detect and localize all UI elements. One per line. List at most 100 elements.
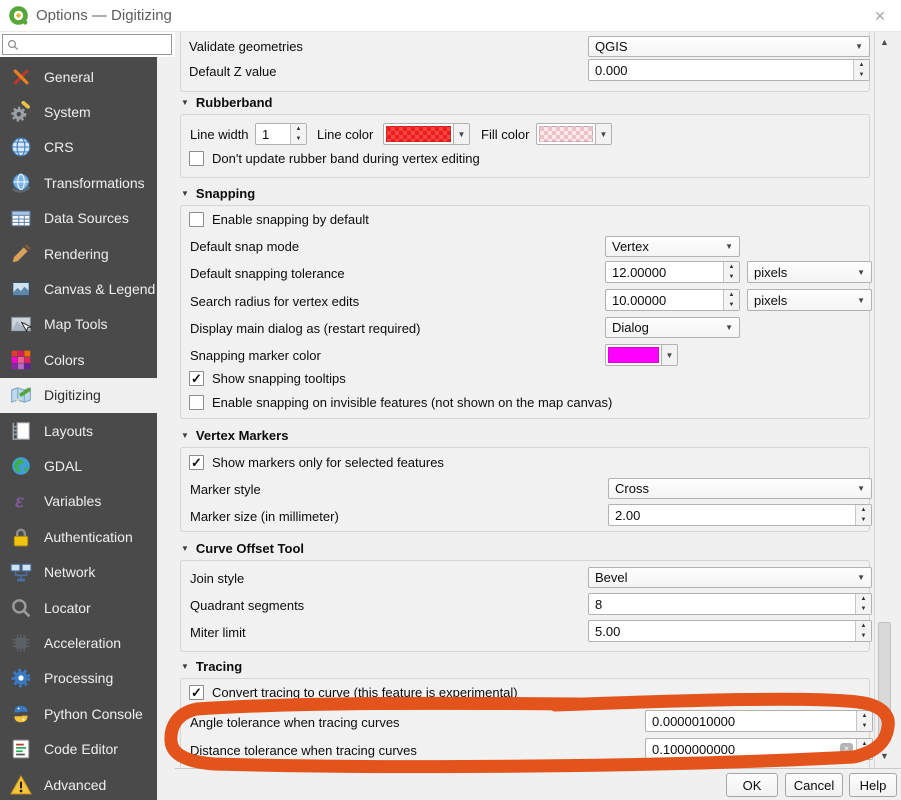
sidebar-item-advanced[interactable]: Advanced <box>0 767 157 800</box>
display-dialog-as-select[interactable]: Dialog ▼ <box>605 317 740 338</box>
fill-color-button[interactable]: ▼ <box>536 123 612 145</box>
spinner-buttons[interactable]: ▲▼ <box>856 739 872 759</box>
section-title: Rubberband <box>196 95 273 110</box>
spinner-up-icon[interactable]: ▲ <box>856 505 871 515</box>
spinner-buttons[interactable]: ▲▼ <box>855 594 871 614</box>
spinner-up-icon[interactable]: ▲ <box>857 739 872 749</box>
sidebar-item-canvas-legend[interactable]: Canvas & Legend <box>0 271 157 306</box>
sidebar-item-locator[interactable]: Locator <box>0 590 157 625</box>
show-markers-selected-checkbox[interactable]: ✓ <box>189 455 204 470</box>
spinner-down-icon[interactable]: ▼ <box>856 631 871 641</box>
spinner-up-icon[interactable]: ▲ <box>724 290 739 300</box>
default-snap-mode-select[interactable]: Vertex ▼ <box>605 236 740 257</box>
sidebar-item-general[interactable]: General <box>0 59 157 94</box>
sidebar-item-authentication[interactable]: Authentication <box>0 519 157 554</box>
show-snapping-tooltips-checkbox[interactable]: ✓ <box>189 371 204 386</box>
spinner-down-icon[interactable]: ▼ <box>854 70 869 80</box>
sidebar-item-layouts[interactable]: Layouts <box>0 413 157 448</box>
spinner-down-icon[interactable]: ▼ <box>291 134 306 144</box>
sidebar-item-data-sources[interactable]: Data Sources <box>0 201 157 236</box>
enable-snapping-label: Enable snapping by default <box>212 212 369 228</box>
search-radius-spinbox[interactable]: 10.00000 ▲▼ <box>605 289 740 311</box>
spinner-down-icon[interactable]: ▼ <box>856 604 871 614</box>
sidebar-scrollbar[interactable] <box>157 57 175 800</box>
spinner-down-icon[interactable]: ▼ <box>856 515 871 525</box>
spinner-up-icon[interactable]: ▲ <box>857 711 872 721</box>
snapping-tolerance-unit-select[interactable]: pixels ▼ <box>747 261 872 283</box>
search-box[interactable] <box>2 34 172 55</box>
spinner-buttons[interactable]: ▲▼ <box>855 505 871 525</box>
dropdown-arrow-icon[interactable]: ▼ <box>661 345 677 365</box>
content-scrollbar[interactable]: ▲ ▼ <box>874 32 894 768</box>
sidebar-item-acceleration[interactable]: Acceleration <box>0 625 157 660</box>
sidebar-item-network[interactable]: Network <box>0 554 157 589</box>
miter-limit-label: Miter limit <box>190 622 246 643</box>
spinner-up-icon[interactable]: ▲ <box>724 262 739 272</box>
snapping-invisible-features-checkbox[interactable] <box>189 395 204 410</box>
curve-offset-section-header[interactable]: ▼ Curve Offset Tool <box>181 541 304 556</box>
spinner-down-icon[interactable]: ▼ <box>724 300 739 310</box>
cancel-button[interactable]: Cancel <box>785 773 843 797</box>
close-icon[interactable]: ✕ <box>867 5 893 27</box>
angle-tolerance-spinbox[interactable]: 0.0000010000 ▲▼ <box>645 710 873 732</box>
sidebar-item-rendering[interactable]: Rendering <box>0 236 157 271</box>
ok-button[interactable]: OK <box>726 773 778 797</box>
search-input[interactable] <box>19 38 171 52</box>
sidebar-item-digitizing[interactable]: Digitizing <box>0 378 157 413</box>
spinner-buttons[interactable]: ▲▼ <box>855 621 871 641</box>
sidebar-item-variables[interactable]: ε Variables <box>0 484 157 519</box>
default-z-spinbox[interactable]: 0.000 ▲▼ <box>588 59 870 81</box>
sidebar-item-system[interactable]: System <box>0 94 157 129</box>
rubberband-section-header[interactable]: ▼ Rubberband <box>181 95 272 110</box>
search-radius-unit-select[interactable]: pixels ▼ <box>747 289 872 311</box>
dropdown-arrow-icon[interactable]: ▼ <box>453 124 469 144</box>
sidebar-item-crs[interactable]: CRS <box>0 130 157 165</box>
collapse-icon: ▼ <box>181 662 189 671</box>
scroll-down-icon[interactable]: ▼ <box>875 748 894 764</box>
help-button[interactable]: Help <box>849 773 897 797</box>
gdal-earth-icon <box>10 455 32 477</box>
quadrant-segments-spinbox[interactable]: 8 ▲▼ <box>588 593 872 615</box>
spinner-buttons[interactable]: ▲▼ <box>290 124 306 144</box>
dont-update-rubberband-checkbox[interactable] <box>189 151 204 166</box>
miter-limit-spinbox[interactable]: 5.00 ▲▼ <box>588 620 872 642</box>
clear-field-icon[interactable]: ✕ <box>840 743 853 756</box>
spinner-buttons[interactable]: ▲▼ <box>853 60 869 80</box>
dropdown-arrow-icon: ▼ <box>725 323 739 332</box>
distance-tolerance-spinbox[interactable]: 0.1000000000 ✕ ▲▼ <box>645 738 873 760</box>
marker-style-select[interactable]: Cross ▼ <box>608 478 872 499</box>
tracing-section-header[interactable]: ▼ Tracing <box>181 659 242 674</box>
spinner-up-icon[interactable]: ▲ <box>856 621 871 631</box>
line-width-spinbox[interactable]: 1 ▲▼ <box>255 123 307 145</box>
sidebar-item-colors[interactable]: Colors <box>0 342 157 377</box>
scroll-thumb[interactable] <box>878 622 891 742</box>
marker-size-spinbox[interactable]: 2.00 ▲▼ <box>608 504 872 526</box>
dropdown-arrow-icon[interactable]: ▼ <box>595 124 611 144</box>
sidebar-item-python-console[interactable]: Python Console <box>0 696 157 731</box>
line-color-button[interactable]: ▼ <box>383 123 470 145</box>
convert-tracing-checkbox[interactable]: ✓ <box>189 685 204 700</box>
vertex-markers-section-header[interactable]: ▼ Vertex Markers <box>181 428 288 443</box>
snapping-marker-color-button[interactable]: ▼ <box>605 344 678 366</box>
spinner-down-icon[interactable]: ▼ <box>857 721 872 731</box>
snapping-section-header[interactable]: ▼ Snapping <box>181 186 255 201</box>
join-style-select[interactable]: Bevel ▼ <box>588 567 872 588</box>
validate-geometries-select[interactable]: QGIS ▼ <box>588 36 870 57</box>
spinner-up-icon[interactable]: ▲ <box>854 60 869 70</box>
scroll-up-icon[interactable]: ▲ <box>875 34 894 50</box>
sidebar-item-map-tools[interactable]: Map Tools <box>0 307 157 342</box>
sidebar-item-code-editor[interactable]: Code Editor <box>0 731 157 766</box>
sidebar-item-processing[interactable]: Processing <box>0 661 157 696</box>
enable-snapping-checkbox[interactable] <box>189 212 204 227</box>
spinner-buttons[interactable]: ▲▼ <box>723 262 739 282</box>
snapping-tolerance-spinbox[interactable]: 12.00000 ▲▼ <box>605 261 740 283</box>
spinner-down-icon[interactable]: ▼ <box>724 272 739 282</box>
spinner-up-icon[interactable]: ▲ <box>291 124 306 134</box>
sidebar-item-gdal[interactable]: GDAL <box>0 448 157 483</box>
spinner-up-icon[interactable]: ▲ <box>856 594 871 604</box>
title-bar: Options — Digitizing ✕ <box>0 0 901 32</box>
spinner-down-icon[interactable]: ▼ <box>857 749 872 759</box>
sidebar-item-transformations[interactable]: Transformations <box>0 165 157 200</box>
spinner-buttons[interactable]: ▲▼ <box>723 290 739 310</box>
spinner-buttons[interactable]: ▲▼ <box>856 711 872 731</box>
